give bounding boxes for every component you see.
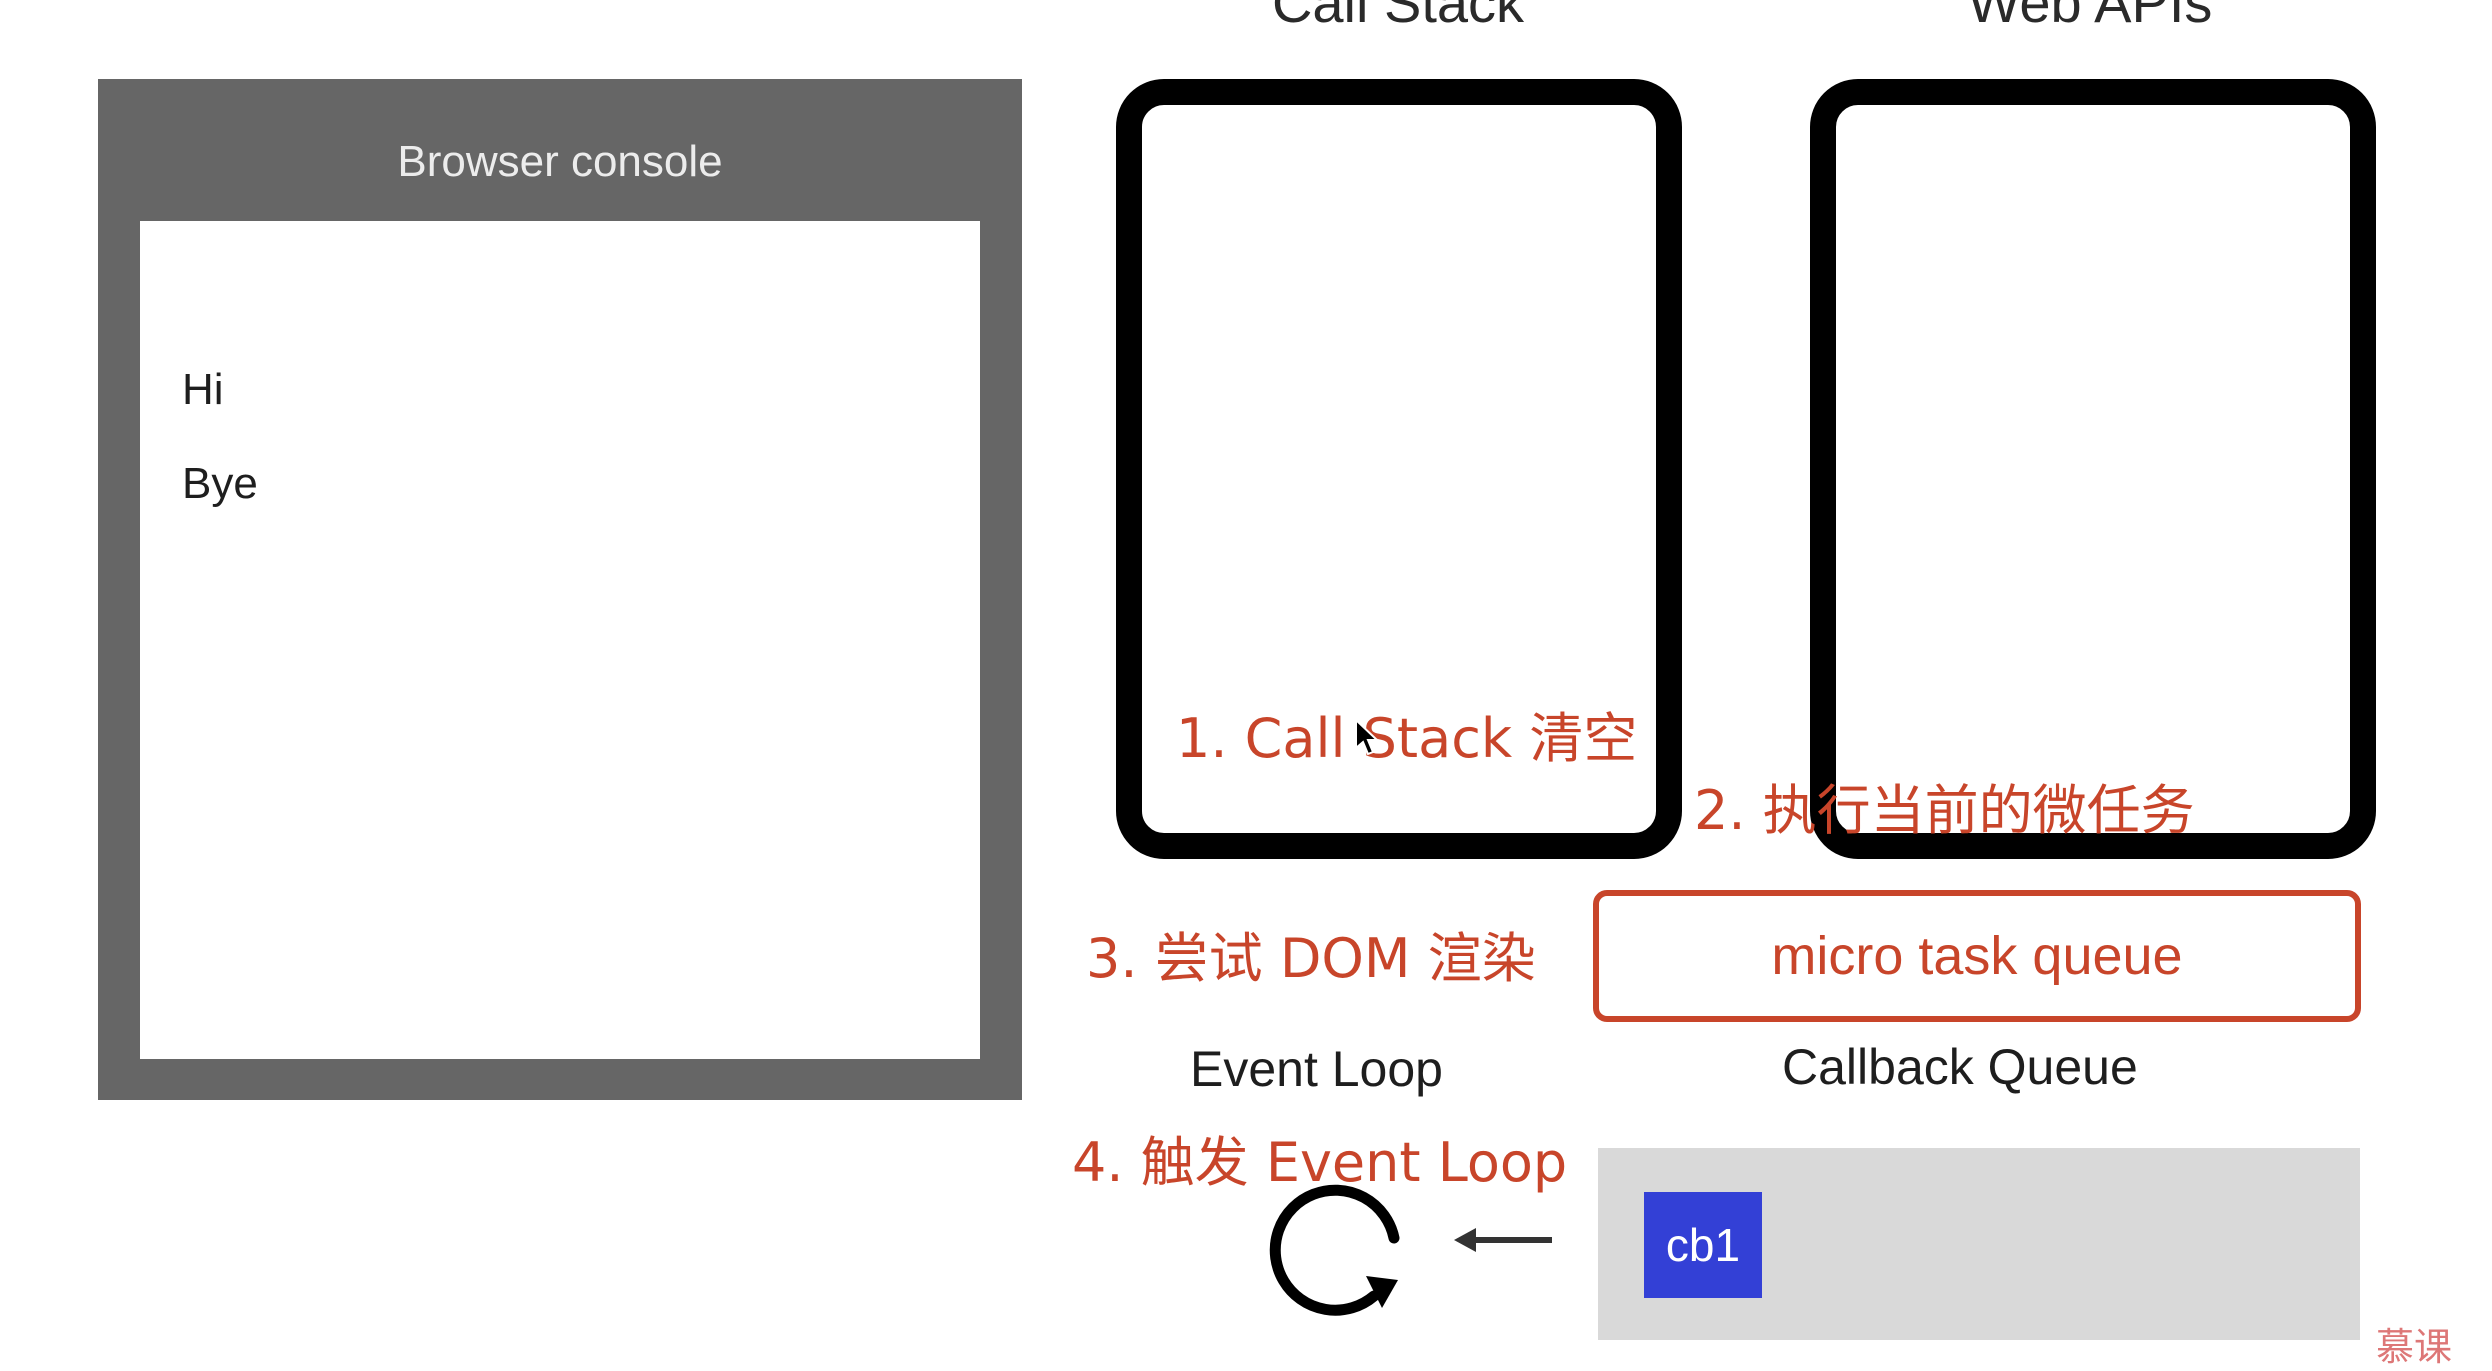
event-loop-label: Event Loop	[1190, 1041, 1443, 1097]
callback-item-cb1: cb1	[1644, 1192, 1762, 1298]
watermark-logo: 慕课	[2376, 1327, 2453, 1369]
console-line: Bye	[182, 459, 258, 508]
left-arrow-icon	[1454, 1228, 1552, 1252]
step-3-annotation: 3. 尝试 DOM 渲染	[1086, 927, 1536, 990]
call-stack-title: Call Stack	[1271, 0, 1525, 34]
refresh-loop-icon	[1269, 1184, 1400, 1316]
browser-console-panel: Browser console Hi Bye	[98, 79, 1022, 1100]
step-2-annotation: 2. 执行当前的微任务	[1694, 779, 2195, 842]
web-apis-box	[1810, 79, 2376, 859]
web-apis-title: Web APIs	[1967, 0, 2213, 34]
browser-console-title: Browser console	[397, 137, 723, 186]
step-1-annotation: 1. Call Stack 清空	[1176, 707, 1638, 770]
micro-task-queue: micro task queue	[1593, 890, 2361, 1022]
mouse-pointer-icon	[1355, 718, 1380, 756]
console-line: Hi	[182, 365, 224, 414]
browser-console-output: Hi Bye	[140, 221, 980, 1059]
callback-queue-box: cb1	[1598, 1148, 2360, 1340]
callback-queue-label: Callback Queue	[1782, 1039, 2138, 1095]
